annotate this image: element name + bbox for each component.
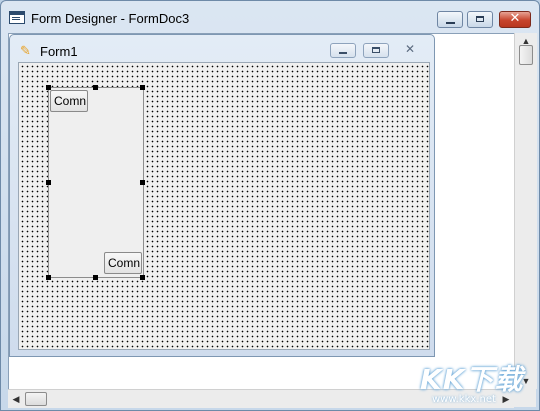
command-button-bottom[interactable]: Comn: [104, 252, 142, 274]
child-minimize-button[interactable]: [330, 43, 356, 58]
resize-handle-ne[interactable]: [140, 85, 145, 90]
title-bar[interactable]: Form Designer - FormDoc3 ✕: [1, 1, 539, 33]
maximize-icon: [476, 16, 484, 22]
resize-handle-nw[interactable]: [46, 85, 51, 90]
site-watermark: KK下载 www.kkx.net: [420, 358, 538, 410]
child-form-window: ✎ Form1 ✕ Comn Comn: [9, 34, 435, 357]
resize-handle-sw[interactable]: [46, 275, 51, 280]
child-form-title: Form1: [40, 44, 78, 59]
window-title: Form Designer - FormDoc3: [31, 11, 190, 26]
form-designer-window: Form Designer - FormDoc3 ✕ ✎ Form1 ✕ Com…: [0, 0, 540, 411]
watermark-url: www.kkx.net: [432, 394, 496, 405]
maximize-icon: [372, 47, 380, 53]
close-icon: ✕: [404, 42, 416, 56]
minimize-button[interactable]: [437, 11, 463, 28]
resize-handle-s[interactable]: [93, 275, 98, 280]
resize-handle-e[interactable]: [140, 180, 145, 185]
selected-container-control[interactable]: Comn Comn: [48, 87, 144, 278]
vertical-scroll-thumb[interactable]: [519, 45, 533, 65]
minimize-icon: [339, 52, 347, 54]
child-maximize-button[interactable]: [363, 43, 389, 58]
resize-handle-n[interactable]: [93, 85, 98, 90]
minimize-icon: [446, 22, 455, 24]
command-button-top[interactable]: Comn: [50, 90, 88, 112]
mdi-client-area: ✎ Form1 ✕ Comn Comn: [8, 33, 523, 391]
child-close-button[interactable]: ✕: [397, 42, 423, 58]
maximize-button[interactable]: [467, 11, 493, 28]
scroll-left-icon[interactable]: ◀: [8, 390, 24, 408]
resize-handle-w[interactable]: [46, 180, 51, 185]
form-icon: ✎: [20, 43, 31, 58]
vertical-scrollbar[interactable]: ▲ ▼: [514, 33, 537, 389]
horizontal-scroll-thumb[interactable]: [25, 392, 47, 406]
watermark-logo-text: KK下载: [420, 363, 524, 396]
close-button[interactable]: ✕: [499, 11, 531, 28]
resize-handle-se[interactable]: [140, 275, 145, 280]
form-design-surface[interactable]: Comn Comn: [18, 62, 430, 350]
form-designer-icon: [9, 11, 25, 24]
close-icon: ✕: [509, 11, 521, 26]
